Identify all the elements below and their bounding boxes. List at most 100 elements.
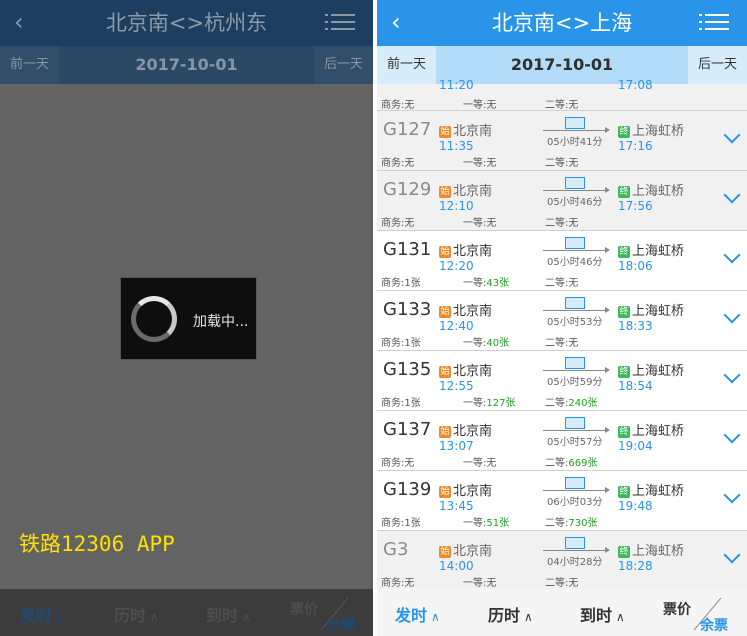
arrival-station: 终上海虹桥 bbox=[618, 180, 684, 199]
arrival-station-name: 上海虹桥 bbox=[632, 184, 685, 199]
train-icon bbox=[565, 297, 585, 309]
train-code: G135 bbox=[383, 359, 432, 380]
list-item-partial[interactable]: 11:20 17:08 商务:无 一等:无 二等:无 bbox=[377, 78, 747, 111]
arrow-right-icon bbox=[543, 247, 610, 253]
arrival-time: 17:56 bbox=[618, 199, 653, 213]
departure-time: 13:07 bbox=[439, 439, 474, 453]
list-menu-icon[interactable] bbox=[325, 14, 355, 32]
list-item[interactable]: G139 始北京南 13:45 06小时03分 终上海虹桥 19:48 商务:1张 一等:51… bbox=[377, 471, 747, 531]
sort-arrive-button[interactable]: 到时 ∧ bbox=[206, 602, 251, 626]
end-tag: 终 bbox=[618, 246, 630, 258]
list-item[interactable]: G127 始北京南 11:35 05小时41分 终上海虹桥 17:16 商务:无 一等:无 二等… bbox=[377, 111, 747, 171]
first-class-seat: 一等:无 bbox=[463, 100, 497, 111]
start-tag: 始 bbox=[439, 126, 451, 138]
departure-time: 12:10 bbox=[439, 199, 474, 213]
sort-arrive-button[interactable]: 到时 ∧ bbox=[580, 602, 625, 626]
start-tag: 始 bbox=[439, 366, 451, 378]
first-class-text: 一等:无 bbox=[463, 218, 497, 229]
list-menu-icon[interactable] bbox=[699, 14, 729, 32]
route-title: 北京南<>杭州东 bbox=[105, 11, 268, 35]
loading-dialog: 加载中... bbox=[120, 277, 257, 360]
departure-station-name: 北京南 bbox=[453, 124, 493, 139]
chevron-up-icon: ∧ bbox=[431, 610, 440, 624]
first-class-text: 一等:无 bbox=[463, 578, 497, 589]
train-code: G129 bbox=[383, 179, 432, 200]
chevron-down-icon[interactable] bbox=[723, 489, 739, 505]
arrival-station-name: 上海虹桥 bbox=[632, 544, 685, 559]
train-icon bbox=[565, 477, 585, 489]
departure-time: 11:20 bbox=[439, 78, 474, 92]
chevron-down-icon[interactable] bbox=[723, 549, 739, 565]
train-code: G139 bbox=[383, 479, 432, 500]
arrow-right-icon bbox=[543, 307, 610, 313]
arrival-time: 18:28 bbox=[618, 559, 653, 573]
business-seat: 商务:1张 bbox=[381, 398, 421, 409]
chevron-up-icon: ∧ bbox=[56, 610, 65, 624]
departure-time: 11:35 bbox=[439, 139, 474, 153]
chevron-down-icon[interactable] bbox=[723, 249, 739, 265]
second-class-seat: 二等:无 bbox=[545, 100, 579, 111]
train-icon bbox=[565, 117, 585, 129]
route-title: 北京南<>上海 bbox=[491, 11, 633, 35]
chevron-down-icon[interactable] bbox=[723, 189, 739, 205]
business-seat: 商务:无 bbox=[381, 218, 415, 229]
departure-station-name: 北京南 bbox=[453, 484, 493, 499]
chevron-down-icon[interactable] bbox=[723, 309, 739, 325]
departure-station-name: 北京南 bbox=[453, 424, 493, 439]
train-list[interactable]: G127 始北京南 11:35 05小时41分终上海虹桥 17:16 商务:无 一等:无 二等… bbox=[377, 84, 747, 589]
chevron-up-icon: ∧ bbox=[616, 610, 625, 624]
sort-duration-label: 历时 bbox=[114, 606, 147, 625]
start-tag: 始 bbox=[439, 546, 451, 558]
chevron-down-icon[interactable] bbox=[723, 429, 739, 445]
second-class-label: 二等: bbox=[545, 458, 569, 469]
next-day-button[interactable]: 后一天 bbox=[687, 46, 747, 84]
first-class-seat: 一等:51张 bbox=[463, 514, 509, 529]
sort-bar: 发时 ∧ 历时 ∧ 到时 ∧ 票价 余票 bbox=[377, 589, 747, 636]
next-day-button[interactable]: 后一天 bbox=[313, 46, 373, 84]
list-item[interactable]: G137 始北京南 13:07 05小时57分 终上海虹桥 19:04 商务:无 一等:无 二等… bbox=[377, 411, 747, 471]
date-bar: 前一天 2017-10-01 后一天 bbox=[377, 46, 747, 84]
train-code: G127 bbox=[383, 119, 432, 140]
arrival-station: 终上海虹桥 bbox=[618, 360, 684, 379]
list-item[interactable]: G3 始北京南 14:00 04小时28分 终上海虹桥 18:28 商务:无 一等:无 二等:无 bbox=[377, 531, 747, 589]
first-class-seat: 一等:43张 bbox=[463, 274, 509, 289]
sort-depart-button[interactable]: 发时 ∧ bbox=[395, 602, 440, 626]
second-class-label: 二等: bbox=[545, 398, 569, 409]
chevron-up-icon: ∧ bbox=[524, 610, 533, 624]
first-class-count: 51张 bbox=[486, 518, 510, 529]
arrival-station-name: 上海虹桥 bbox=[632, 484, 685, 499]
second-class-text: 二等:无 bbox=[545, 338, 579, 349]
chevron-down-icon[interactable] bbox=[723, 129, 739, 145]
second-class-count: 730张 bbox=[568, 518, 598, 529]
sort-price-button[interactable]: 票价 bbox=[663, 599, 691, 619]
second-class-count: 240张 bbox=[568, 398, 598, 409]
sort-price-button[interactable]: 票价 bbox=[290, 599, 318, 619]
departure-station: 始北京南 bbox=[439, 360, 492, 379]
duration: 05小时57分 bbox=[547, 437, 603, 448]
sort-duration-button[interactable]: 历时 ∧ bbox=[488, 602, 533, 626]
sort-remaining-button[interactable]: 余票 bbox=[700, 615, 728, 635]
sort-duration-button[interactable]: 历时 ∧ bbox=[114, 602, 159, 626]
header-bar: ‹ 北京南<>杭州东 bbox=[0, 0, 373, 46]
right-screen: ‹ 北京南<>上海 前一天 2017-10-01 后一天 G127 始北京南 11:… bbox=[377, 0, 747, 636]
watermark-caption: 铁路12306 APP bbox=[19, 532, 175, 556]
departure-station: 始北京南 bbox=[439, 300, 492, 319]
business-seat: 商务:无 bbox=[381, 458, 415, 469]
business-seat: 商务:1张 bbox=[381, 518, 421, 529]
duration: 06小时03分 bbox=[547, 497, 603, 508]
departure-station-name: 北京南 bbox=[453, 184, 493, 199]
loading-text: 加载中... bbox=[193, 314, 249, 330]
chevron-down-icon[interactable] bbox=[723, 369, 739, 385]
arrival-time: 19:48 bbox=[618, 499, 653, 513]
list-item[interactable]: G135 始北京南 12:55 05小时59分 终上海虹桥 18:54 商务:1张 一等:12… bbox=[377, 351, 747, 411]
list-item[interactable]: G129 始北京南 12:10 05小时46分 终上海虹桥 17:56 商务:无 一等:无 二等… bbox=[377, 171, 747, 231]
list-item[interactable]: G133 始北京南 12:40 05小时53分 终上海虹桥 18:33 商务:1张 一等:40… bbox=[377, 291, 747, 351]
train-icon bbox=[565, 537, 585, 549]
list-item[interactable]: G131 始北京南 12:20 05小时46分 终上海虹桥 18:06 商务:1张 一等:43… bbox=[377, 231, 747, 291]
second-class-text: 二等:无 bbox=[545, 158, 579, 169]
sort-arrive-label: 到时 bbox=[206, 606, 239, 625]
arrival-station-name: 上海虹桥 bbox=[632, 304, 685, 319]
sort-remaining-button[interactable]: 余票 bbox=[327, 615, 355, 635]
second-class-text: 二等:无 bbox=[545, 218, 579, 229]
sort-depart-button[interactable]: 发时 ∧ bbox=[20, 602, 65, 626]
